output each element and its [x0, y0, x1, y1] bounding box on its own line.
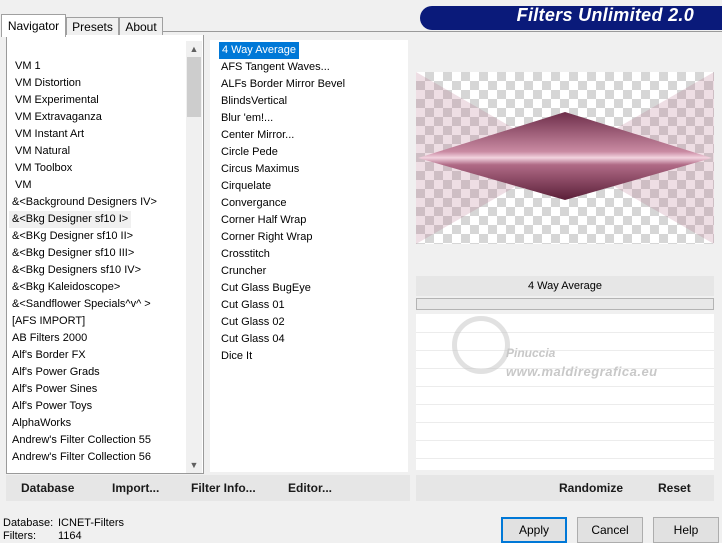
category-item[interactable]: Andrew's Filter Collection 55	[12, 432, 151, 449]
category-item[interactable]: VM Natural	[15, 143, 70, 160]
category-item[interactable]: VM Distortion	[15, 75, 81, 92]
app-title: Filters Unlimited 2.0	[516, 5, 694, 25]
tab-navigator[interactable]: Navigator	[1, 14, 66, 37]
category-item[interactable]: VM Extravaganza	[15, 109, 102, 126]
filters-label: Filters:	[3, 530, 36, 542]
filter-info-button[interactable]: Filter Info...	[191, 475, 256, 501]
editor-button[interactable]: Editor...	[288, 475, 332, 501]
tab-presets[interactable]: Presets	[66, 17, 119, 36]
category-item[interactable]: VM Instant Art	[15, 126, 84, 143]
filter-item[interactable]: Cut Glass 02	[221, 314, 285, 331]
category-item[interactable]: VM	[15, 177, 32, 194]
category-scrollbar[interactable]: ▲ ▼	[186, 41, 202, 473]
filter-item[interactable]: ALFs Border Mirror Bevel	[221, 76, 345, 93]
category-item[interactable]: Alf's Power Toys	[12, 398, 92, 415]
parameter-area	[416, 314, 714, 470]
preview-image	[416, 72, 714, 244]
category-item[interactable]: Alf's Power Grads	[12, 364, 100, 381]
filter-item[interactable]: Cut Glass 04	[221, 331, 285, 348]
help-button[interactable]: Help	[653, 517, 719, 543]
filter-preview	[416, 72, 714, 244]
filter-item[interactable]: BlindsVertical	[221, 93, 287, 110]
reset-button[interactable]: Reset	[658, 475, 691, 501]
filter-item[interactable]: AFS Tangent Waves...	[221, 59, 330, 76]
category-item[interactable]: VM Experimental	[15, 92, 99, 109]
scroll-up-arrow-icon[interactable]: ▲	[186, 41, 202, 57]
category-item[interactable]: &<Bkg Designer sf10 III>	[12, 245, 134, 262]
category-item[interactable]: VM 1	[15, 58, 41, 75]
filter-item[interactable]: Cut Glass 01	[221, 297, 285, 314]
filter-item[interactable]: Cut Glass BugEye	[221, 280, 311, 297]
category-item[interactable]: &<BKg Designer sf10 II>	[12, 228, 133, 245]
tab-about[interactable]: About	[119, 17, 163, 36]
category-item[interactable]: Alf's Border FX	[12, 347, 86, 364]
category-item[interactable]: Alf's Power Sines	[12, 381, 97, 398]
filter-item[interactable]: Dice It	[221, 348, 252, 365]
title-banner: Filters Unlimited 2.0	[420, 0, 722, 30]
category-item[interactable]: AB Filters 2000	[12, 330, 87, 347]
preview-filter-name: 4 Way Average	[416, 276, 714, 296]
right-button-bar: Randomize Reset	[416, 475, 714, 501]
category-item[interactable]: Andrew's Filter Collection 56	[12, 449, 151, 466]
database-button[interactable]: Database	[21, 475, 74, 501]
scroll-down-arrow-icon[interactable]: ▼	[186, 457, 202, 473]
randomize-button[interactable]: Randomize	[559, 475, 623, 501]
filter-item[interactable]: Circle Pede	[221, 144, 278, 161]
filter-item[interactable]: Convergance	[221, 195, 286, 212]
filter-item[interactable]: Circus Maximus	[221, 161, 299, 178]
divider	[160, 31, 722, 32]
left-button-bar: Database Import... Filter Info... Editor…	[6, 475, 410, 501]
filter-item[interactable]: Center Mirror...	[221, 127, 294, 144]
category-item[interactable]: [AFS IMPORT]	[12, 313, 85, 330]
apply-button[interactable]: Apply	[501, 517, 567, 543]
database-value: ICNET-Filters	[58, 517, 124, 529]
category-item[interactable]: &<Bkg Designer sf10 I>	[9, 211, 132, 228]
filter-item[interactable]: Corner Half Wrap	[221, 212, 306, 229]
category-item[interactable]: &<Bkg Kaleidoscope>	[12, 279, 120, 296]
category-item[interactable]: &<Bkg Designers sf10 IV>	[12, 262, 141, 279]
filters-count: 1164	[58, 530, 82, 542]
scrollbar-thumb[interactable]	[187, 57, 201, 117]
category-item[interactable]: VM Toolbox	[15, 160, 72, 177]
progress-bar	[416, 298, 714, 310]
filter-item[interactable]: Cirquelate	[221, 178, 271, 195]
filter-item[interactable]: Blur 'em!...	[221, 110, 273, 127]
category-item[interactable]: AlphaWorks	[12, 415, 71, 432]
category-item[interactable]: &<Sandflower Specials^v^ >	[12, 296, 151, 313]
filter-item[interactable]: Corner Right Wrap	[221, 229, 313, 246]
import-button[interactable]: Import...	[112, 475, 159, 501]
category-item[interactable]: &<Background Designers IV>	[12, 194, 157, 211]
filter-item[interactable]: Cruncher	[221, 263, 266, 280]
cancel-button[interactable]: Cancel	[577, 517, 643, 543]
database-label: Database:	[3, 517, 54, 529]
filter-item[interactable]: 4 Way Average	[219, 42, 299, 59]
filter-item[interactable]: Crosstitch	[221, 246, 270, 263]
